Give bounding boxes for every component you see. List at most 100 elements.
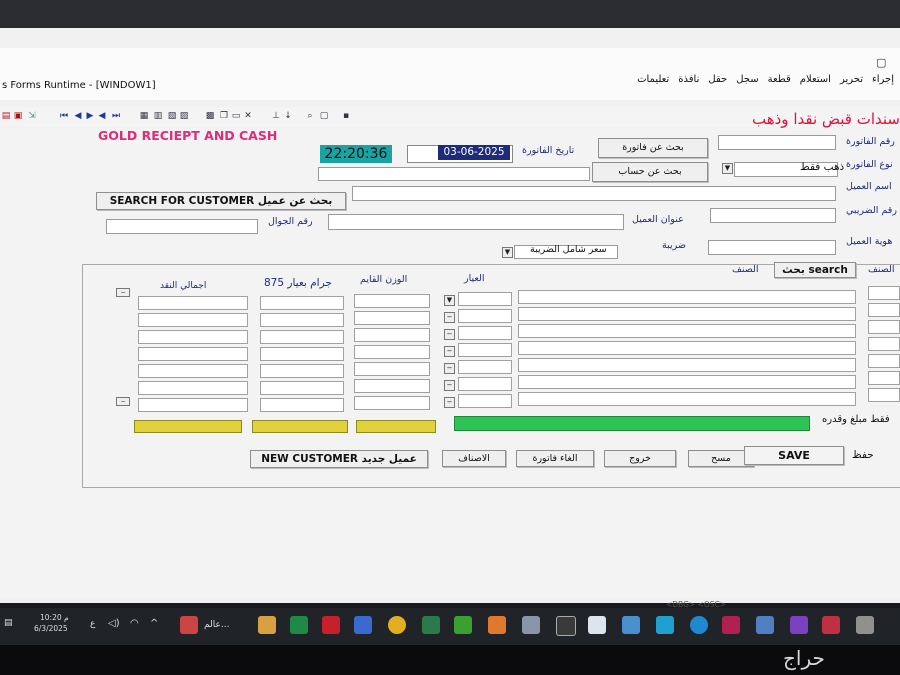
karat-cell[interactable] bbox=[458, 292, 512, 306]
speaker-icon[interactable]: ◁) bbox=[108, 618, 120, 629]
first-record-icon[interactable]: ⏮ bbox=[58, 110, 70, 122]
item-cell[interactable] bbox=[518, 307, 856, 321]
app-icon[interactable] bbox=[354, 616, 372, 634]
item-cell[interactable] bbox=[518, 375, 856, 389]
mobile-field[interactable] bbox=[106, 219, 258, 234]
karat-dropdown-arrow[interactable]: − bbox=[444, 363, 455, 374]
search-item-button[interactable]: بحث search bbox=[774, 262, 856, 278]
app-icon-10[interactable] bbox=[756, 616, 774, 634]
taskbar-menu-icon[interactable]: ▤ bbox=[4, 618, 13, 628]
app-icon-7[interactable] bbox=[622, 616, 640, 634]
prev-record-icon[interactable]: ◀ bbox=[96, 110, 108, 122]
chevron-up-icon[interactable]: ^ bbox=[150, 618, 158, 629]
item-cell[interactable] bbox=[518, 324, 856, 338]
weight-cell[interactable] bbox=[354, 396, 430, 410]
item-code-cell[interactable] bbox=[868, 286, 900, 300]
new-customer-button[interactable]: NEW CUSTOMER عميل جديد bbox=[250, 450, 428, 468]
app-icon-12[interactable] bbox=[822, 616, 840, 634]
duplicate-record-icon[interactable]: ▧ bbox=[166, 110, 178, 122]
total-cash-cell[interactable] bbox=[138, 330, 248, 344]
save-button[interactable]: SAVE bbox=[744, 446, 844, 465]
weight-cell[interactable] bbox=[354, 294, 430, 308]
scroll-up-icon[interactable]: − bbox=[116, 288, 130, 297]
search-account-button[interactable]: بحث عن حساب bbox=[592, 162, 708, 182]
edge-icon[interactable] bbox=[690, 616, 708, 634]
item-code-cell[interactable] bbox=[868, 320, 900, 334]
anydesk-icon[interactable] bbox=[322, 616, 340, 634]
gram-875-cell[interactable] bbox=[260, 313, 344, 327]
weight-cell[interactable] bbox=[354, 362, 430, 376]
gram-875-cell[interactable] bbox=[260, 330, 344, 344]
app-icon-11[interactable] bbox=[790, 616, 808, 634]
item-code-cell[interactable] bbox=[868, 388, 900, 402]
total-cash-cell[interactable] bbox=[138, 364, 248, 378]
menu-query[interactable]: استعلام bbox=[800, 74, 831, 92]
lock-record-icon[interactable]: ▨ bbox=[178, 110, 190, 122]
paste-icon[interactable]: ▭ bbox=[230, 110, 242, 122]
app-icon-4[interactable] bbox=[488, 616, 506, 634]
weight-cell[interactable] bbox=[354, 345, 430, 359]
total-cash-cell[interactable] bbox=[138, 398, 248, 412]
chrome-icon[interactable] bbox=[388, 616, 406, 634]
app-icon-2[interactable] bbox=[422, 616, 440, 634]
total-cash-cell[interactable] bbox=[138, 381, 248, 395]
weight-cell[interactable] bbox=[354, 379, 430, 393]
menu-block[interactable]: قطعة bbox=[768, 74, 791, 92]
last-record-icon[interactable]: ⏭ bbox=[110, 110, 122, 122]
exit-icon[interactable]: ⇲ bbox=[26, 110, 38, 122]
search-invoice-button[interactable]: بحث عن فاتورة bbox=[598, 138, 708, 158]
item-code-cell[interactable] bbox=[868, 303, 900, 317]
gram-875-cell[interactable] bbox=[260, 398, 344, 412]
karat-cell[interactable] bbox=[458, 360, 512, 374]
save-icon[interactable]: ▤ bbox=[0, 110, 12, 122]
total-cash-cell[interactable] bbox=[138, 296, 248, 310]
app-icon-9[interactable] bbox=[722, 616, 740, 634]
exit-button[interactable]: خروج bbox=[604, 450, 676, 467]
total-cash-cell[interactable] bbox=[138, 313, 248, 327]
customer-name-field[interactable] bbox=[352, 186, 836, 201]
invoice-number-field[interactable] bbox=[718, 135, 836, 150]
language-indicator[interactable]: ع bbox=[90, 619, 95, 629]
app-icon-5[interactable] bbox=[522, 616, 540, 634]
customer-address-field[interactable] bbox=[328, 214, 624, 230]
item-code-cell[interactable] bbox=[868, 371, 900, 385]
wifi-icon[interactable]: ◠ bbox=[130, 618, 139, 629]
karat-dropdown-arrow[interactable]: − bbox=[444, 380, 455, 391]
account-field[interactable] bbox=[318, 167, 590, 181]
search-customer-button[interactable]: SEARCH FOR CUSTOMER بحث عن عميل bbox=[96, 192, 346, 210]
cancel-invoice-button[interactable]: الغاء فاتورة bbox=[516, 450, 594, 467]
customer-id-field[interactable] bbox=[708, 240, 836, 255]
karat-dropdown-arrow[interactable]: − bbox=[444, 329, 455, 340]
query-icon[interactable]: ⊥ bbox=[270, 110, 282, 122]
prev-block-icon[interactable]: ◀ bbox=[72, 110, 84, 122]
app-icon-8[interactable] bbox=[656, 616, 674, 634]
menu-action[interactable]: إجراء bbox=[872, 74, 894, 92]
cut-icon[interactable]: ▩ bbox=[204, 110, 216, 122]
menu-edit[interactable]: تحرير bbox=[840, 74, 863, 92]
next-record-icon[interactable]: ▶ bbox=[84, 110, 96, 122]
menu-record[interactable]: سجل bbox=[736, 74, 758, 92]
copy-icon[interactable]: ❐ bbox=[218, 110, 230, 122]
item-cell[interactable] bbox=[518, 341, 856, 355]
restore-icon[interactable]: ▢ bbox=[876, 56, 886, 69]
item-code-cell[interactable] bbox=[868, 354, 900, 368]
window-icon[interactable]: ▢ bbox=[318, 110, 330, 122]
menu-field[interactable]: حقل bbox=[708, 74, 727, 92]
menu-window[interactable]: نافذة bbox=[678, 74, 699, 92]
execute-query-icon[interactable]: ↓ bbox=[282, 110, 294, 122]
karat-cell[interactable] bbox=[458, 309, 512, 323]
excel-icon[interactable] bbox=[290, 616, 308, 634]
karat-cell[interactable] bbox=[458, 343, 512, 357]
weather-icon[interactable] bbox=[180, 616, 198, 634]
gram-875-cell[interactable] bbox=[260, 347, 344, 361]
app-icon-3[interactable] bbox=[454, 616, 472, 634]
item-cell[interactable] bbox=[518, 358, 856, 372]
delete-record-icon[interactable]: ▥ bbox=[152, 110, 164, 122]
karat-cell[interactable] bbox=[458, 326, 512, 340]
gram-875-cell[interactable] bbox=[260, 364, 344, 378]
total-cash-cell[interactable] bbox=[138, 347, 248, 361]
print-icon[interactable]: ▣ bbox=[12, 110, 24, 122]
file-explorer-icon[interactable] bbox=[258, 616, 276, 634]
karat-dropdown-arrow[interactable]: − bbox=[444, 397, 455, 408]
app-icon-6[interactable] bbox=[588, 616, 606, 634]
